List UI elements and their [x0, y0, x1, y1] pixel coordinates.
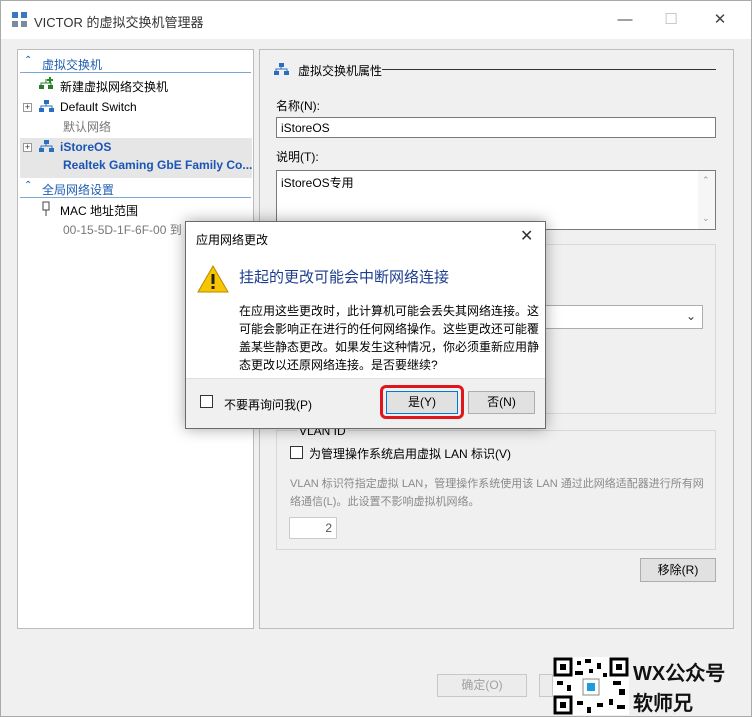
- tree-item-subtitle: Realtek Gaming GbE Family Co...: [63, 158, 253, 172]
- no-button[interactable]: 否(N): [468, 391, 535, 414]
- remove-button[interactable]: 移除(R): [640, 558, 716, 582]
- section-virtual-switches[interactable]: ⌃ 虚拟交换机: [20, 53, 251, 73]
- divider: [382, 69, 716, 70]
- switch-manager-icon: [12, 12, 27, 27]
- tree-item-label: Default Switch: [60, 100, 137, 114]
- cancel-button-partial[interactable]: [539, 674, 553, 697]
- network-switch-icon: [39, 140, 54, 152]
- chevron-down-icon[interactable]: ⌄: [686, 309, 696, 323]
- maximize-button[interactable]: ☐: [648, 1, 694, 39]
- dialog-title: 应用网络更改: [196, 233, 269, 247]
- scroll-up-icon[interactable]: ⌃: [702, 175, 710, 186]
- ok-button[interactable]: 确定(O): [437, 674, 527, 697]
- new-switch-icon: [39, 77, 53, 89]
- divider: [20, 72, 251, 73]
- qr-code-icon: [553, 657, 629, 715]
- scroll-down-icon[interactable]: ⌄: [702, 213, 710, 224]
- window-title: VICTOR 的虚拟交换机管理器: [34, 15, 204, 30]
- description-scrollbar[interactable]: ⌃ ⌄: [698, 171, 715, 229]
- watermark-text: WX公众号: [633, 663, 726, 685]
- yes-button[interactable]: 是(Y): [386, 391, 458, 414]
- tree-item-label: 新建虚拟网络交换机: [60, 80, 169, 94]
- dialog-heading: 挂起的更改可能会中断网络连接: [239, 269, 450, 286]
- collapse-icon[interactable]: ⌃: [24, 55, 32, 66]
- expand-icon[interactable]: +: [23, 143, 32, 152]
- tree-item-subtitle: 00-15-5D-1F-6F-00 到: [63, 223, 182, 237]
- dialog-message: 在应用这些更改时，此计算机可能会丢失其网络连接。这可能会影响正在进行的任何网络操…: [239, 304, 540, 372]
- dialog-footer: 不要再询问我(P) 是(Y) 否(N): [186, 378, 545, 428]
- section-label: 全局网络设置: [42, 183, 115, 197]
- network-switch-icon: [39, 100, 54, 112]
- section-label: 虚拟交换机: [42, 58, 103, 72]
- minimize-button[interactable]: —: [602, 1, 648, 39]
- tree-item-label: MAC 地址范围: [60, 204, 139, 218]
- description-label: 说明(T):: [276, 150, 319, 164]
- description-value: iStoreOS专用: [281, 176, 354, 190]
- tree-item-label: iStoreOS: [60, 140, 112, 154]
- close-button[interactable]: ✕: [697, 1, 743, 39]
- network-switch-icon: [274, 63, 289, 75]
- vlan-description: VLAN 标识符指定虚拟 LAN，管理操作系统使用该 LAN 通过此网络适配器进…: [290, 478, 704, 508]
- watermark-text: 软师兄: [633, 693, 693, 715]
- vlan-id-field[interactable]: 2: [289, 517, 337, 539]
- dont-ask-label: 不要再询问我(P): [224, 398, 312, 412]
- dialog-close-icon[interactable]: ✕: [520, 226, 533, 246]
- apply-network-changes-dialog: 应用网络更改 ✕ 挂起的更改可能会中断网络连接 在应用这些更改时，此计算机可能会…: [185, 221, 546, 429]
- name-field[interactable]: iStoreOS: [276, 117, 716, 138]
- divider: [20, 197, 251, 198]
- section-global-network[interactable]: ⌃ 全局网络设置: [20, 178, 251, 198]
- vlan-panel: VLAN ID 为管理操作系统启用虚拟 LAN 标识(V) VLAN 标识符指定…: [276, 424, 716, 550]
- tree-item-subtitle: 默认网络: [63, 120, 112, 134]
- switch-manager-window: VICTOR 的虚拟交换机管理器 — ☐ ✕ ⌃ 虚拟交换机 新建虚拟网络交换机…: [0, 0, 752, 717]
- network-adapter-icon: [42, 201, 50, 216]
- dont-ask-checkbox[interactable]: [200, 395, 213, 408]
- warning-icon: [197, 264, 229, 293]
- title-bar: VICTOR 的虚拟交换机管理器 — ☐ ✕: [1, 1, 751, 39]
- vlan-checkbox-label: 为管理操作系统启用虚拟 LAN 标识(V): [309, 447, 512, 461]
- name-label: 名称(N):: [276, 99, 320, 113]
- expand-icon[interactable]: +: [23, 103, 32, 112]
- collapse-icon[interactable]: ⌃: [24, 180, 32, 191]
- vlan-checkbox[interactable]: [290, 446, 303, 459]
- group-title: 虚拟交换机属性: [298, 64, 383, 78]
